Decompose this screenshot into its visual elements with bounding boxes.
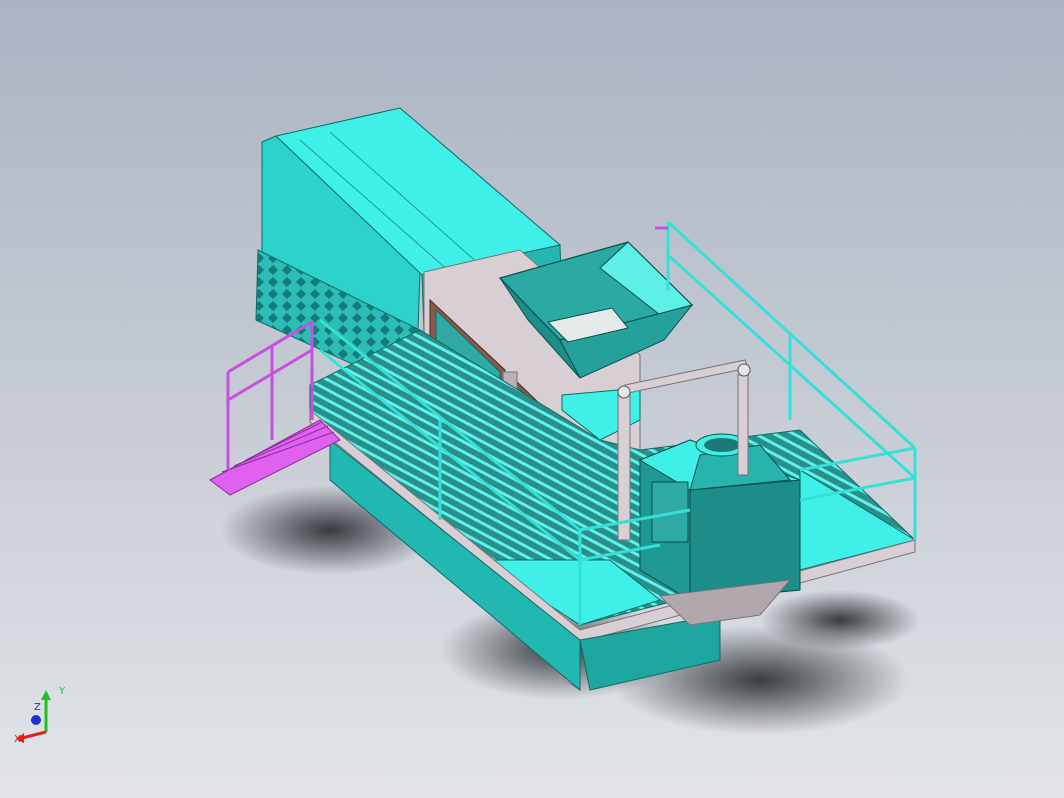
x-axis-arrow <box>21 730 47 740</box>
graphics-viewport[interactable]: Y Z X <box>0 0 1064 798</box>
3d-model-view[interactable] <box>0 0 1064 798</box>
y-axis-arrowhead <box>41 690 51 700</box>
coordinate-triad: Y Z X <box>14 686 66 745</box>
y-axis-label: Y <box>58 686 66 697</box>
x-axis-label: X <box>14 734 21 745</box>
z-axis-dot <box>31 715 41 725</box>
z-axis-label: Z <box>34 702 41 713</box>
